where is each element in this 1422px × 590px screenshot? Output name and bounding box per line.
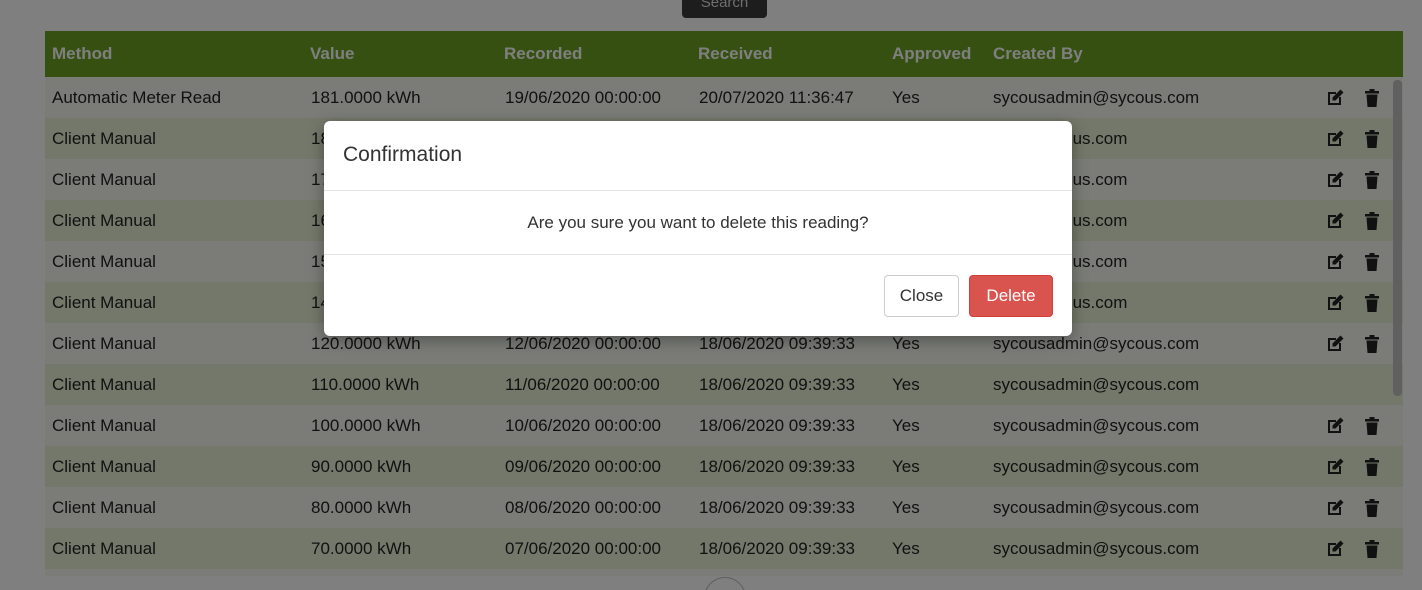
dialog-header: Confirmation <box>324 121 1072 191</box>
confirmation-dialog: Confirmation Are you sure you want to de… <box>324 121 1072 336</box>
dialog-message: Are you sure you want to delete this rea… <box>527 212 869 232</box>
delete-button[interactable]: Delete <box>969 275 1053 317</box>
dialog-title: Confirmation <box>343 143 463 166</box>
dialog-body: Are you sure you want to delete this rea… <box>324 191 1072 255</box>
close-button[interactable]: Close <box>884 275 959 317</box>
dialog-footer: Close Delete <box>324 255 1072 336</box>
